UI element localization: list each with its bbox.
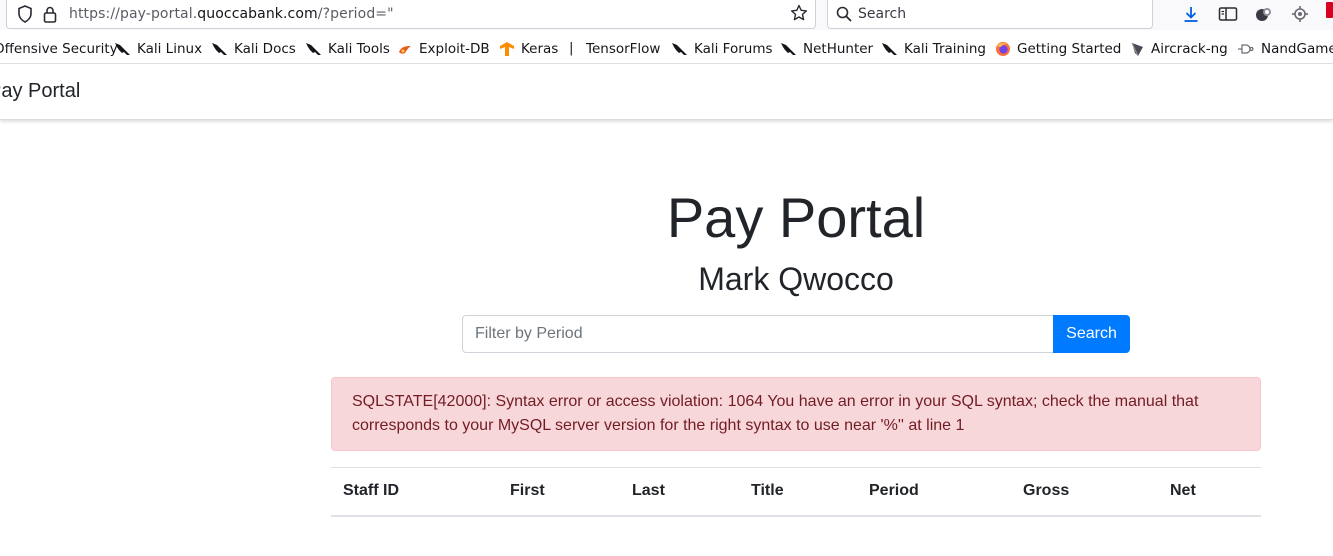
bookmark-nandgame[interactable]: NandGame [1238, 39, 1333, 59]
bookmark-label: Kali Forums [694, 41, 773, 57]
browser-search-placeholder: Search [858, 6, 907, 22]
column-header-staff-id: Staff ID [343, 482, 399, 499]
bookmark-kali-linux[interactable]: Kali Linux [114, 39, 202, 59]
bookmark-label: Aircrack-ng [1151, 41, 1228, 57]
bookmark-aircrack-ng[interactable]: Aircrack-ng [1130, 39, 1228, 59]
column-header-period: Period [869, 482, 919, 499]
bookmark-label: NandGame [1261, 41, 1333, 57]
table-top-border [331, 467, 1261, 468]
tracking-shield-icon[interactable] [17, 5, 33, 27]
column-header-gross: Gross [1023, 482, 1070, 499]
bookmark-exploit-db[interactable]: Exploit-DB [397, 39, 490, 59]
url-bar[interactable]: https://pay-portal.quoccabank.com/?perio… [6, 0, 816, 29]
download-icon[interactable] [1182, 5, 1200, 27]
bookmark-label: Kali Tools [328, 41, 390, 57]
bookmark-offensive-security[interactable]: Offensive Security [0, 39, 118, 59]
kali-dragon-icon [882, 43, 897, 55]
table-header-border [331, 515, 1261, 517]
url-text[interactable]: https://pay-portal.quoccabank.com/?perio… [69, 6, 394, 22]
bookmark-kali-docs[interactable]: Kali Docs [211, 39, 296, 59]
navbar-brand[interactable]: Pay Portal [0, 80, 80, 103]
kali-dragon-icon [306, 43, 321, 55]
page-title: Pay Portal [666, 186, 926, 249]
url-suffix: /?period=" [317, 6, 394, 22]
bookmark-star-icon[interactable] [790, 4, 808, 26]
bookmark-label: Keras [521, 41, 559, 57]
url-domain: quoccabank.com [197, 6, 318, 22]
search-button[interactable]: Search [1053, 315, 1130, 353]
lock-icon[interactable] [43, 5, 57, 27]
kali-dragon-icon [672, 43, 687, 55]
bookmark-keras[interactable]: Keras [499, 39, 558, 59]
column-header-title: Title [751, 482, 784, 499]
sql-error-message: SQLSTATE[42000]: Syntax error or access … [352, 393, 1199, 434]
bookmark-label: TensorFlow [586, 41, 661, 57]
bookmark-label: Getting Started [1017, 41, 1122, 57]
bookmarks-toolbar: Offensive Security Kali Linux Kali Docs … [0, 36, 1333, 62]
url-prefix: https://pay-portal. [69, 6, 198, 22]
column-header-net: Net [1170, 482, 1196, 499]
period-filter-input[interactable] [462, 315, 1054, 353]
kali-dragon-icon [212, 43, 227, 55]
extensions-icon[interactable] [1254, 5, 1274, 27]
bookmark-kali-tools[interactable]: Kali Tools [305, 39, 390, 59]
bookmark-separator: | [569, 40, 574, 56]
browser-search-bar[interactable]: Search [827, 0, 1153, 29]
bookmark-label: Kali Linux [137, 41, 203, 57]
menu-badge-icon[interactable] [1326, 2, 1333, 22]
bookmark-kali-training[interactable]: Kali Training [881, 39, 986, 59]
exploit-db-icon [399, 46, 411, 54]
bookmark-tensorflow[interactable]: TensorFlow [586, 39, 660, 59]
bookmark-label: Kali Docs [234, 41, 296, 57]
bookmark-label: Kali Training [904, 41, 986, 57]
keras-icon [500, 42, 514, 56]
browser-toolbar: https://pay-portal.quoccabank.com/?perio… [0, 0, 1333, 30]
reader-sidebar-icon[interactable] [1218, 5, 1238, 27]
user-name-heading: Mark Qwocco [698, 261, 894, 297]
site-navbar: Pay Portal [0, 64, 1333, 120]
bookmark-label: NetHunter [803, 41, 874, 57]
bookmark-nethunter[interactable]: NetHunter [780, 39, 873, 59]
column-header-last: Last [632, 482, 665, 499]
column-header-first: First [510, 482, 545, 499]
bookmark-label: Offensive Security [0, 41, 118, 57]
bookmark-kali-forums[interactable]: Kali Forums [671, 39, 773, 59]
target-extension-icon[interactable] [1290, 5, 1310, 27]
kali-dragon-icon [115, 43, 130, 55]
sql-error-alert: SQLSTATE[42000]: Syntax error or access … [331, 377, 1261, 451]
bookmark-label: Exploit-DB [419, 41, 490, 57]
bookmark-getting-started[interactable]: Getting Started [995, 39, 1121, 59]
aircrack-icon [1131, 42, 1143, 57]
search-icon [836, 6, 852, 26]
kali-dragon-icon [781, 43, 796, 55]
firefox-icon [996, 42, 1010, 56]
nand-icon [1238, 44, 1254, 54]
